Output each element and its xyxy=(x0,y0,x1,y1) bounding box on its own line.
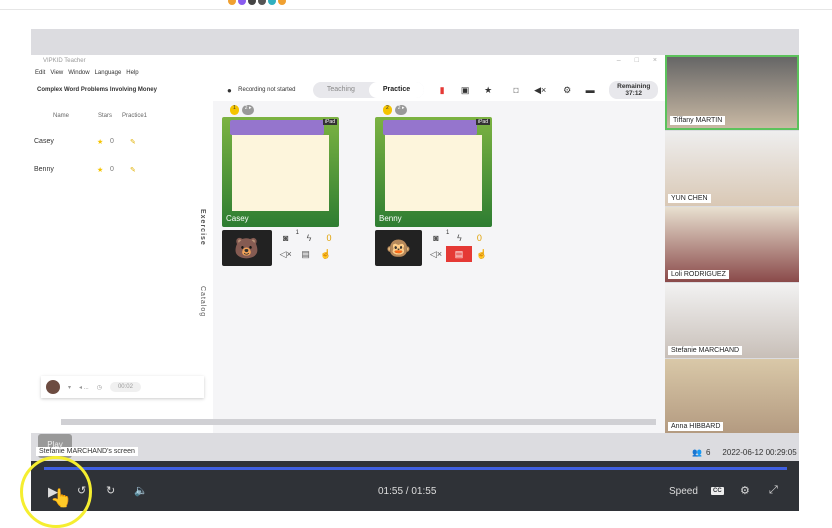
participant-tile: YUN CHEN xyxy=(665,131,799,206)
status-strip xyxy=(31,433,799,461)
time-display: 01:55 / 01:55 xyxy=(378,486,437,497)
star-badge: 0 xyxy=(326,233,332,243)
session-info: 👥 6 2022-06-12 00:29:05 xyxy=(692,448,797,457)
header-name: Name xyxy=(53,113,70,119)
screen-icon[interactable]: ◙ xyxy=(276,230,296,246)
record-dot-icon: ● xyxy=(227,85,232,95)
pencil-icon: ✎ xyxy=(130,139,136,146)
menu-bar: Edit View Window Language Help xyxy=(31,68,665,79)
window-controls[interactable]: – □ × xyxy=(617,57,657,64)
screen-icon[interactable]: ◙ xyxy=(426,230,446,246)
star-icon: ★ xyxy=(97,167,104,174)
volume-icon[interactable]: 🔈 xyxy=(134,484,148,497)
avatar xyxy=(46,380,60,394)
header-practice: Practice1 xyxy=(122,113,148,119)
participant-tile: Loli RODRIGUEZ xyxy=(665,207,799,282)
star-badge: 0 xyxy=(476,233,482,243)
game-screen: iPad Benny xyxy=(375,117,492,227)
lock-icon[interactable]: ▤ xyxy=(296,246,316,262)
highlight-circle xyxy=(20,456,92,528)
app-title: VIPKID Teacher xyxy=(43,58,86,64)
game-screen: iPad Casey xyxy=(222,117,339,227)
toolbar: Complex Word Problems Involving Money ● … xyxy=(31,79,665,101)
student-panel: Name Stars Practice1 Casey ★ 0 ✎ Benny ★ 0 ✎ E… xyxy=(31,101,206,433)
mute-icon[interactable]: ◁× xyxy=(276,246,296,262)
progress-bar[interactable] xyxy=(44,467,787,470)
pencil-icon: ✎ xyxy=(130,167,136,174)
header-stars: Stars xyxy=(98,113,113,119)
tab-teaching[interactable]: Teaching xyxy=(313,82,369,98)
mute-icon[interactable]: ◁× xyxy=(426,246,446,262)
table-row[interactable]: Benny ★ 0 ✎ xyxy=(34,166,154,174)
tab-catalog[interactable]: Catalog xyxy=(199,286,206,317)
screen-label: Stefanie MARCHAND's screen xyxy=(36,447,138,456)
hand-icon[interactable]: ☝ xyxy=(316,246,336,262)
star-icon: ★ xyxy=(97,139,104,146)
divider xyxy=(0,9,832,10)
image-icon[interactable]: ▣ xyxy=(460,85,470,95)
menu-window[interactable]: Window xyxy=(68,70,89,77)
menu-edit[interactable]: Edit xyxy=(35,70,45,77)
table-row[interactable]: Casey ★ 0 ✎ xyxy=(34,138,154,146)
menu-language[interactable]: Language xyxy=(95,70,122,77)
hand-icon[interactable]: ☝ xyxy=(472,246,492,262)
menu-view[interactable]: View xyxy=(50,70,63,77)
timer: 00:02 xyxy=(109,382,141,392)
lock-icon[interactable]: ▤ xyxy=(446,246,472,262)
camera-icon[interactable]: ◘ xyxy=(511,85,521,95)
speed-button[interactable]: Speed xyxy=(669,486,698,497)
mute-icon[interactable]: ◀× xyxy=(534,85,546,95)
avatar: 🐻 xyxy=(222,230,272,266)
audio-player: ▾ ◂ ... ◷ 00:02 xyxy=(41,376,204,398)
lightning-icon[interactable]: ϟ xyxy=(299,230,319,246)
avatar: 🐵 xyxy=(375,230,422,266)
chat-icon[interactable]: ▬ xyxy=(585,85,595,95)
cc-button[interactable]: CC xyxy=(711,487,724,495)
recording-status: Recording not started xyxy=(238,87,296,93)
mode-toggle: Teaching Practice xyxy=(312,82,425,98)
dropdown-icon[interactable]: ▾ xyxy=(68,384,71,391)
participant-tile: Stefanie MARCHAND xyxy=(665,283,799,358)
gear-icon[interactable]: ⚙ xyxy=(562,85,572,95)
tab-exercise[interactable]: Exercise xyxy=(199,209,206,246)
remaining-timer: Remaining 37:12 xyxy=(609,81,659,99)
fullscreen-icon[interactable]: ⤢ xyxy=(769,484,778,497)
participant-tile: Tiffany MARTIN xyxy=(665,55,799,130)
horizontal-scrollbar[interactable] xyxy=(61,419,656,425)
student-card-benny[interactable]: 22 ▸ iPad Benny 🐵 ◙ 1 ϟ 0 ◁× ▤ ☝ xyxy=(375,105,492,266)
menu-help[interactable]: Help xyxy=(126,70,138,77)
teacher-app-window: VIPKID Teacher – □ × Edit View Window Lang… xyxy=(31,55,665,433)
forward-15-icon[interactable]: ↻ xyxy=(106,484,115,497)
clock-icon[interactable]: ◷ xyxy=(97,384,102,391)
color-dots xyxy=(228,0,286,5)
calculator-icon[interactable]: ▮ xyxy=(437,85,447,95)
participant-tile: Anna HIBBARD xyxy=(665,359,799,434)
tab-practice[interactable]: Practice xyxy=(368,82,425,98)
lightning-icon[interactable]: ϟ xyxy=(449,230,469,246)
gear-icon[interactable]: ⚙ xyxy=(740,484,750,497)
student-cards-area: 12 ▸ iPad Casey 🐻 ◙ 1 ϟ 0 ◁× ▤ ☝ 22 ▸ iPad Benn… xyxy=(213,101,665,433)
lesson-title: Complex Word Problems Involving Money xyxy=(37,87,157,93)
star-icon[interactable]: ★ xyxy=(483,85,493,95)
student-card-casey[interactable]: 12 ▸ iPad Casey 🐻 ◙ 1 ϟ 0 ◁× ▤ ☝ xyxy=(222,105,339,266)
people-icon: 👥 xyxy=(692,448,702,457)
